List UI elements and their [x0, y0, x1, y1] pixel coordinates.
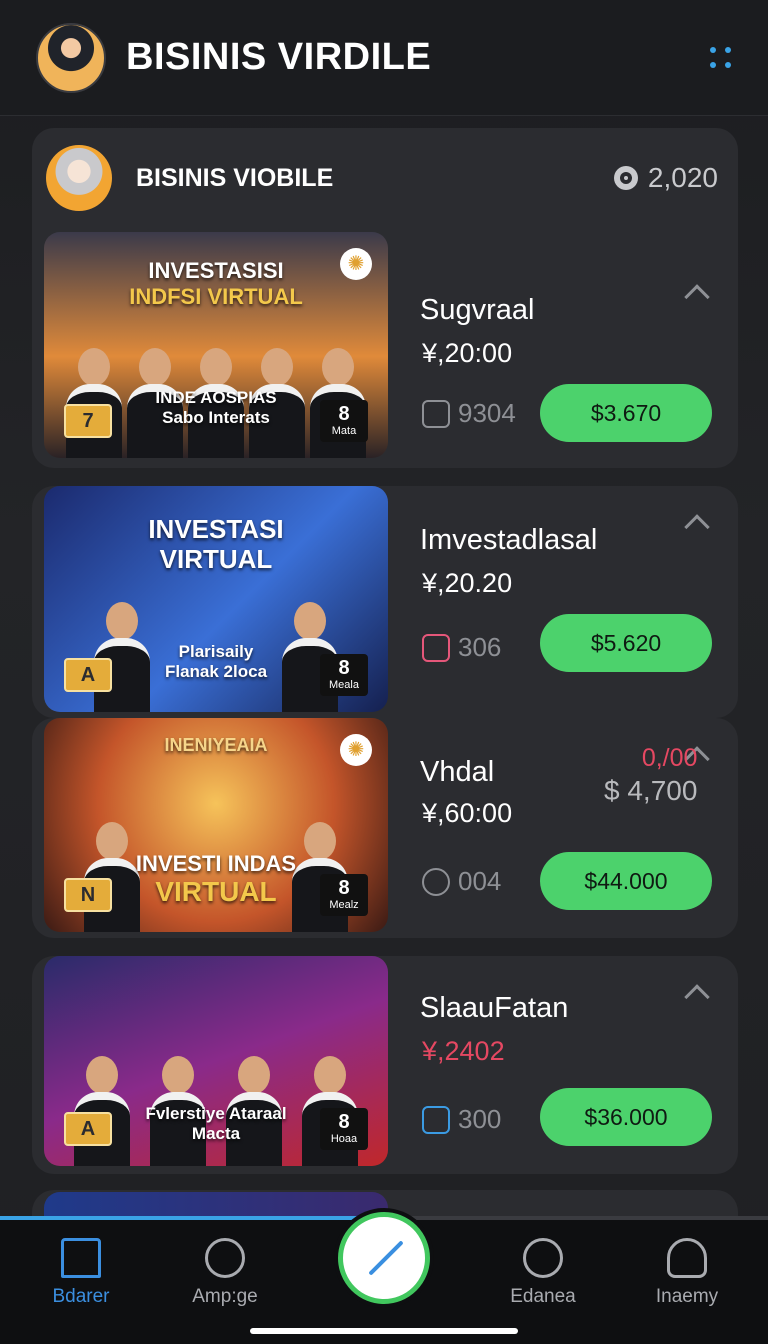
- product-meta: 004: [422, 866, 501, 897]
- buy-button[interactable]: $5.620: [540, 614, 712, 672]
- app-header: BISINIS VIRDILE: [0, 0, 768, 116]
- product-price: ¥,20.20: [422, 568, 513, 598]
- product-name: SlaauFatan: [420, 992, 569, 1024]
- gear-icon: [613, 166, 638, 190]
- meta-badge: 8 Mata: [320, 400, 368, 442]
- compose-button[interactable]: [338, 1212, 430, 1304]
- product-card[interactable]: INVESTASI VIRTUAL Plarisaily Flanak 2loc…: [32, 486, 738, 718]
- thumbnail-title: INVESTASI VIRTUAL: [148, 514, 284, 574]
- card-info: 0,/00 $ 4,700 Vhdal ¥,60:00 004 $44.000: [420, 718, 730, 944]
- brand-badge: A: [64, 658, 112, 692]
- nav-item-stats[interactable]: Amp:ge: [160, 1238, 290, 1308]
- app-title: BISINIS VIRDILE: [126, 36, 432, 78]
- brand-badge: A: [64, 1112, 112, 1146]
- thumbnail-title: INENIYEAIA: [164, 735, 268, 755]
- meta-badge: 8 Mealz: [320, 874, 368, 916]
- product-card[interactable]: ✺ INENIYEAIA INVESTI INDAS VIRTUAL N 8 Me…: [32, 718, 738, 938]
- user-icon: [422, 867, 450, 896]
- product-meta: 300: [422, 1104, 501, 1135]
- nav-item-home[interactable]: Bdarer: [16, 1238, 146, 1308]
- chevron-up-icon[interactable]: [684, 284, 710, 310]
- card-info: SlaauFatan ¥,2402 300 $36.000: [420, 956, 730, 1182]
- product-thumbnail[interactable]: ✺ INENIYEAIA INVESTI INDAS VIRTUAL N 8 Me…: [44, 718, 388, 932]
- product-name: Sugvraal: [420, 294, 535, 326]
- product-card[interactable]: Fvlerstiye Ataraal Macta A 8 Hoaa SlaauFa…: [32, 956, 738, 1174]
- section-count[interactable]: 2,020: [613, 162, 718, 194]
- card-extra: 0,/00 $ 4,700: [604, 744, 697, 807]
- brand-badge: 7: [64, 404, 112, 438]
- product-thumbnail[interactable]: ✺ INVESTASISI INDFSI VIRTUAL INDE AOSPIA…: [44, 232, 388, 458]
- product-name: Vhdal: [420, 756, 495, 788]
- product-meta: 306: [422, 632, 501, 663]
- brand-badge: N: [64, 878, 112, 912]
- bottom-nav: Bdarer Amp:ge Edanea Inaemy: [0, 1212, 768, 1344]
- user-icon: [667, 1238, 707, 1278]
- chevron-up-icon[interactable]: [684, 514, 710, 540]
- section-title: BISINIS VIOBILE: [136, 163, 334, 192]
- product-thumbnail[interactable]: INVESTASI VIRTUAL Plarisaily Flanak 2loc…: [44, 486, 388, 712]
- section-count-value: 2,020: [647, 162, 718, 193]
- home-indicator: [250, 1328, 518, 1334]
- nav-item-profile[interactable]: Inaemy: [622, 1238, 752, 1308]
- building-icon: [422, 399, 450, 428]
- meta-badge: 8 Hoaa: [320, 1108, 368, 1150]
- product-name: Imvestadlasal: [420, 524, 598, 556]
- checkbox-icon: [422, 1105, 450, 1134]
- product-thumbnail[interactable]: Fvlerstiye Ataraal Macta A 8 Hoaa: [44, 956, 388, 1166]
- extra-red-value: 0,/00: [641, 744, 698, 772]
- meta-badge: 8 Meala: [320, 654, 368, 696]
- card-info: Imvestadlasal ¥,20.20 306 $5.620: [420, 486, 730, 712]
- nav-item-explore[interactable]: Edanea: [478, 1238, 608, 1308]
- home-icon: [61, 1238, 101, 1278]
- section-header: BISINIS VIOBILE 2,020: [32, 128, 738, 228]
- buy-button[interactable]: $36.000: [540, 1088, 712, 1146]
- product-price: ¥,60:00: [422, 798, 513, 828]
- product-card[interactable]: ✺ INVESTASISI INDFSI VIRTUAL INDE AOSPIA…: [32, 232, 738, 464]
- product-price: ¥,2402: [422, 1036, 505, 1066]
- profile-avatar[interactable]: [36, 22, 106, 93]
- buy-button[interactable]: $44.000: [540, 852, 712, 910]
- seller-avatar[interactable]: [46, 145, 112, 211]
- menu-grid-icon[interactable]: [710, 46, 732, 69]
- extra-grey-value: $ 4,700: [604, 775, 698, 806]
- buy-button[interactable]: $3.670: [540, 384, 712, 442]
- thumbnail-title: INVESTASISI INDFSI VIRTUAL: [129, 258, 303, 309]
- product-price: ¥,20:00: [422, 338, 513, 368]
- card-info: Sugvraal ¥,20:00 9304 $3.670: [420, 232, 730, 458]
- chevron-up-icon[interactable]: [684, 984, 710, 1010]
- compass-icon: [523, 1238, 563, 1278]
- app-screen: BISINIS VIRDILE BISINIS VIOBILE 2,020 ✺ …: [0, 0, 768, 1344]
- product-meta: 9304: [422, 398, 516, 429]
- clock-icon: [205, 1238, 245, 1278]
- bag-icon: [422, 633, 450, 662]
